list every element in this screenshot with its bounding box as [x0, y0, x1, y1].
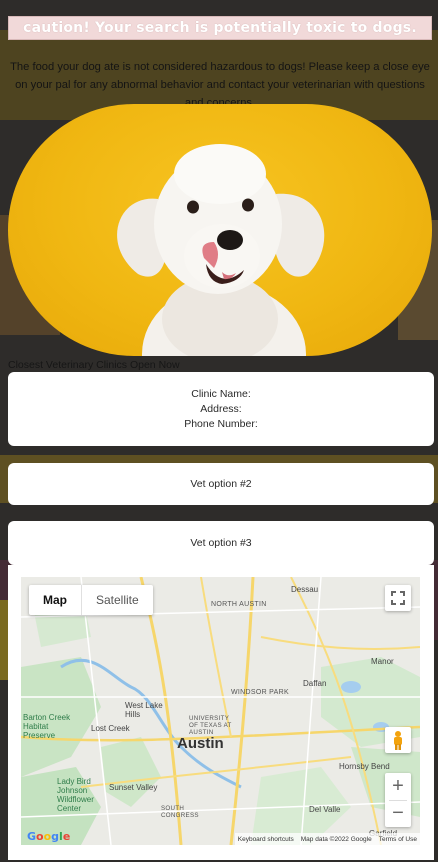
street-view-button[interactable] [385, 727, 411, 753]
clinic-address-label: Address: [200, 402, 242, 415]
map-data-credit: Map data ©2022 Google [300, 835, 372, 843]
map-type-satellite-button[interactable]: Satellite [81, 585, 153, 615]
warning-banner: caution! Your search is potentially toxi… [8, 16, 432, 40]
map-label: UNIVERSITY OF TEXAS AT AUSTIN [189, 715, 232, 736]
google-logo-letter: e [62, 830, 71, 843]
map-attribution: Keyboard shortcuts Map data ©2022 Google… [234, 833, 420, 845]
warning-text: caution! Your search is potentially toxi… [23, 20, 417, 36]
google-logo-letter: o [36, 830, 44, 843]
google-logo-letter: g [51, 830, 60, 843]
fullscreen-icon [391, 591, 405, 605]
map-label: WINDSOR PARK [231, 689, 289, 696]
map-label: NORTH AUSTIN [211, 601, 267, 608]
dog-photo-icon [117, 144, 325, 356]
pegman-icon [394, 731, 402, 750]
map-label: Barton Creek Habitat Preserve [23, 713, 71, 740]
map-label: Lady Bird Johnson Wildflower Center [57, 777, 94, 813]
clinic-card-2[interactable]: Vet option #2 [8, 463, 434, 505]
map-label: Dessau [291, 585, 319, 594]
zoom-out-button[interactable]: − [385, 801, 411, 828]
map-label: Hornsby Bend [339, 762, 390, 771]
fullscreen-button[interactable] [385, 585, 411, 611]
map-type-control: Map Satellite [29, 585, 153, 615]
keyboard-shortcuts-link[interactable]: Keyboard shortcuts [238, 836, 294, 843]
vet-option-3-label: Vet option #3 [190, 536, 252, 549]
map-label: Sunset Valley [109, 783, 158, 792]
google-logo[interactable]: Google [27, 830, 70, 843]
clinics-heading: Closest Veterinary Clinics Open Now [8, 359, 180, 371]
clinic-phone-label: Phone Number: [184, 417, 258, 430]
map-label: Daffan [303, 679, 327, 688]
map-label: Lost Creek [91, 724, 130, 733]
terms-of-use-link[interactable]: Terms of Use [379, 836, 417, 843]
clinic-name-label: Clinic Name: [191, 387, 251, 400]
dog-photo [8, 104, 432, 356]
google-map[interactable]: Map Satellite + − NORTH AUSTIN Dessau Ma… [21, 577, 420, 845]
clinic-card-3[interactable]: Vet option #3 [8, 521, 434, 565]
zoom-control: + − [385, 773, 411, 827]
map-label: West Lake Hills [125, 701, 163, 719]
map-label-austin: Austin [177, 735, 224, 752]
map-label: Del Valle [309, 805, 341, 814]
vet-option-2-label: Vet option #2 [190, 477, 252, 490]
map-type-map-button[interactable]: Map [29, 585, 81, 615]
map-label: SOUTH CONGRESS [161, 805, 199, 819]
zoom-in-button[interactable]: + [385, 773, 411, 800]
clinic-card-1[interactable]: Clinic Name: Address: Phone Number: [8, 372, 434, 446]
map-label: Manor [371, 657, 394, 666]
google-logo-letter: G [27, 830, 37, 843]
